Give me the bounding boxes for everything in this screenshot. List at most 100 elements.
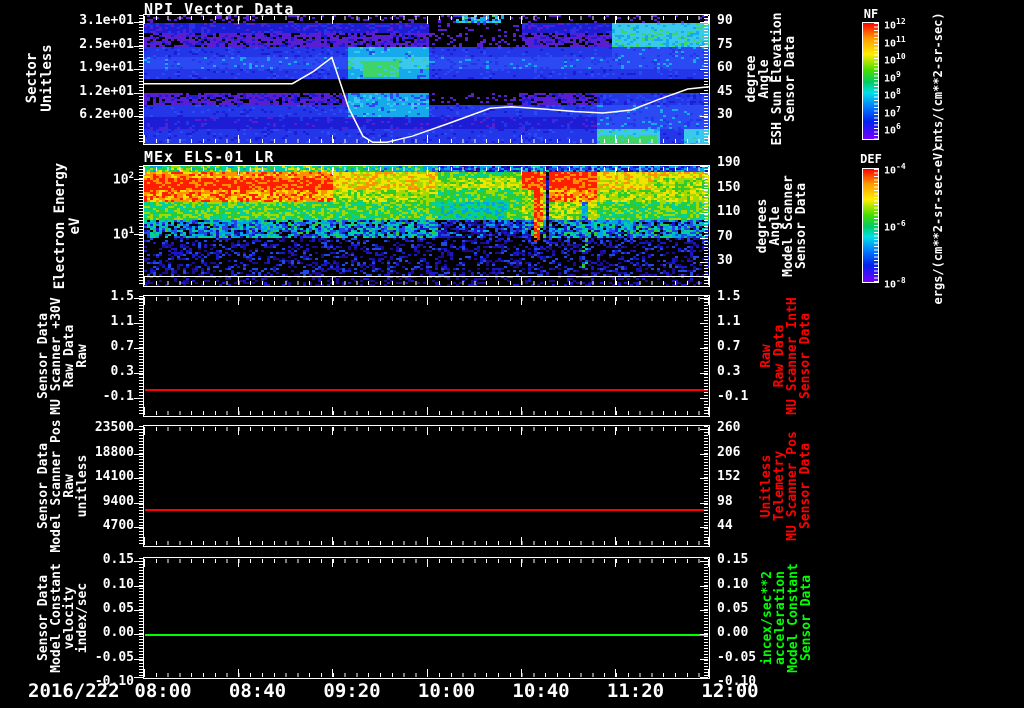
model-constant-panel [134, 557, 710, 679]
tick-label: 1.5 [110, 289, 134, 304]
panel1-left-tick-labels: 3.1e+01 2.5e+01 1.9e+01 1.2e+01 6.2e+00 [0, 13, 138, 145]
tick-label: 0.05 [102, 601, 134, 616]
tick-label: 0.15 [102, 552, 134, 567]
colorbar-ticks [874, 23, 878, 139]
mu-scanner-30v-line [145, 389, 708, 391]
tick-label: 45 [717, 83, 733, 99]
tick-label: 101 [112, 226, 134, 243]
colorbar-tick-label: 10-6 [884, 219, 906, 234]
major-ticks [700, 426, 708, 546]
tick-label: 90 [717, 13, 733, 28]
colorbar2-name: DEF [860, 152, 882, 166]
tick-label: 18800 [94, 444, 134, 460]
panel2-y-axis-label: Electron Energy eV [52, 162, 83, 290]
tick-label: -0.05 [94, 649, 134, 665]
tick-label: 0.10 [102, 576, 134, 592]
major-ticks [700, 15, 708, 144]
npi-spectrogram-panel [134, 14, 710, 145]
telemetry-plot-figure: NPI Vector Data MEx ELS-01 LR 3.1e+01 2.… [0, 0, 1024, 708]
major-ticks [700, 166, 708, 286]
panel5-y-axis-label: Sensor Data Model Constant velocity inde… [36, 563, 90, 673]
def-colorbar-unit: ergs/(cm**2-sr-sec-eV) [931, 145, 945, 305]
x-major-ticks [144, 407, 709, 415]
panel4-y-axis-label: Sensor Data Model Scanner Pos Raw unitle… [36, 419, 90, 553]
colorbar-tick-label: 1011 [884, 34, 906, 49]
tick-label: 0.05 [717, 601, 749, 616]
model-scanner-pos-line [145, 509, 708, 511]
tick-label: 260 [717, 420, 741, 435]
panel2-right-axis-label: degrees Angle Model Scanner Sensor Data [755, 175, 809, 277]
els-spectrogram-panel [134, 165, 710, 287]
colorbar1-name: NF [863, 7, 879, 21]
tick-label: 4700 [102, 518, 134, 533]
panel5-right-axis-label: incex/sec**2 acceleration Model Constant… [760, 563, 814, 673]
x-major-ticks [144, 277, 709, 285]
tick-label: -0.1 [102, 389, 134, 404]
colorbar-tick-label: 10-4 [884, 162, 906, 177]
tick-label: 206 [717, 444, 741, 460]
colorbar-tick-label: 106 [884, 122, 901, 137]
time-tick-label: 10:00 [417, 680, 476, 702]
model-scanner-pos-panel [134, 425, 710, 547]
x-major-ticks [144, 559, 709, 567]
tick-label: 1.5 [717, 289, 741, 304]
tick-label: 0.10 [717, 576, 749, 592]
tick-label: 1.2e+01 [79, 83, 134, 99]
tick-label: 190 [717, 155, 741, 170]
tick-label: 6.2e+00 [79, 107, 134, 122]
tick-label: 0.7 [110, 339, 134, 354]
x-major-ticks [144, 537, 709, 545]
x-major-ticks [144, 669, 709, 677]
x-major-ticks [144, 16, 709, 24]
tick-label: 60 [717, 60, 733, 75]
npi-spectrogram-canvas [144, 15, 709, 144]
tick-label: 1.1 [110, 314, 134, 329]
time-tick-label: 08:40 [228, 680, 287, 702]
panel3-y-axis-label: Sensor Data MU Scanner +30V Raw Data Raw [36, 297, 90, 415]
colorbar-tick-label: 107 [884, 104, 901, 119]
panel3-right-axis-label: Raw Raw Data MU Scanner IntH Sensor Data [759, 297, 813, 415]
major-ticks [700, 296, 708, 416]
colorbar-tick-label: 108 [884, 87, 901, 102]
nf-colorbar [862, 22, 879, 140]
colorbar-tick-label: 109 [884, 69, 901, 84]
tick-label: 75 [717, 36, 733, 52]
colorbar-tick-label: 10-8 [884, 276, 906, 291]
tick-label: -0.05 [717, 649, 757, 665]
tick-label: 30 [717, 107, 733, 122]
tick-label: 150 [717, 179, 741, 195]
tick-label: -0.1 [717, 389, 749, 404]
tick-label: 102 [112, 171, 134, 188]
time-axis-labels: 08:00 08:40 09:20 10:00 10:40 11:20 12:00 [0, 680, 1024, 704]
x-major-ticks [144, 167, 709, 175]
time-tick-label: 08:00 [134, 680, 192, 702]
colorbar-tick-label: 1012 [884, 17, 906, 32]
mu-scanner-30v-panel [134, 295, 710, 417]
time-tick-label: 09:20 [323, 680, 381, 702]
panel1-right-axis-label: degree Angle ESH Sun Elevation Sensor Da… [744, 12, 798, 146]
panel1-y-axis-label: Sector Unitless [24, 44, 55, 112]
tick-label: 70 [717, 228, 733, 244]
time-tick-label: 12:00 [701, 680, 759, 702]
tick-label: 23500 [94, 420, 134, 435]
x-major-ticks [144, 297, 709, 305]
tick-label: 0.3 [717, 364, 741, 379]
def-colorbar [862, 168, 879, 283]
colorbar-tick-label: 1010 [884, 52, 906, 67]
tick-label: 2.5e+01 [79, 36, 134, 52]
time-tick-label: 11:20 [606, 680, 665, 702]
tick-label: 0.3 [110, 364, 134, 379]
x-major-ticks [144, 135, 709, 143]
panel2-title: MEx ELS-01 LR [144, 148, 275, 166]
panel4-right-axis-label: Unitless Telemetry MU Scanner Pos Sensor… [759, 431, 813, 541]
tick-label: 98 [717, 493, 733, 509]
tick-label: 1.9e+01 [79, 60, 134, 75]
time-tick-label: 10:40 [512, 680, 570, 702]
els-spectrogram-canvas [144, 166, 709, 286]
tick-label: 1.1 [717, 314, 741, 329]
tick-label: 3.1e+01 [79, 13, 134, 28]
tick-label: 152 [717, 469, 741, 484]
tick-label: 14100 [94, 469, 134, 484]
model-constant-line [145, 634, 708, 636]
tick-label: 9400 [102, 493, 134, 509]
